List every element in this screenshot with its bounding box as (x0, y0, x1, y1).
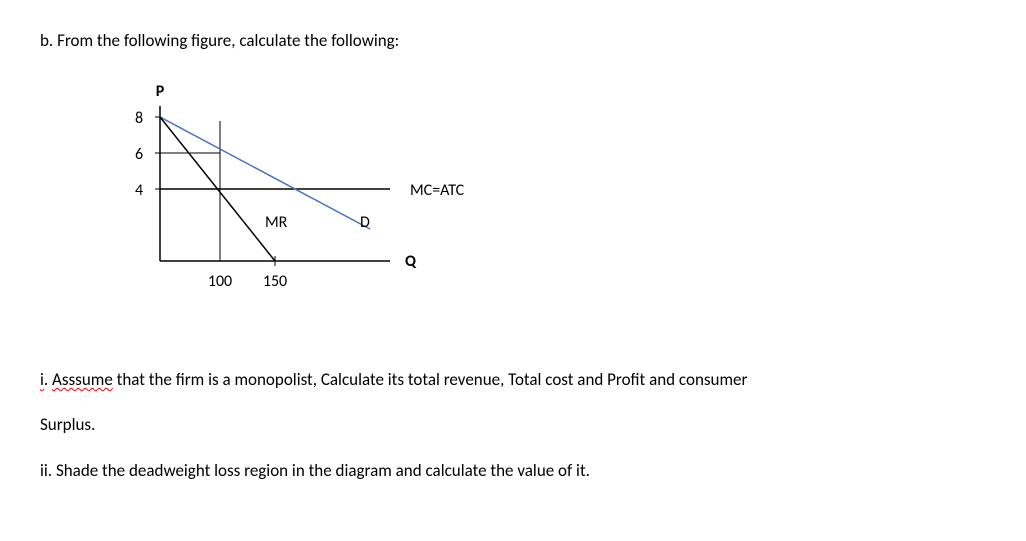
x-tick-label-100: 100 (208, 272, 232, 291)
sub-question-i: i. Asssume that the firm is a monopolist… (40, 361, 986, 398)
x-axis-label: Q (405, 252, 417, 271)
sub-question-ii: ii. Shade the deadweight loss region in … (40, 452, 986, 489)
y-tick-label-8: 8 (135, 109, 143, 128)
y-tick-label-6: 6 (135, 145, 143, 164)
sub-question-i-cont: Surplus. (40, 406, 986, 443)
mc-atc-label: MC=ATC (410, 181, 465, 200)
question-intro: b. From the following figure, calculate … (40, 30, 986, 51)
demand-label: D (360, 213, 370, 232)
x-tick-label-150: 150 (263, 272, 287, 291)
chart-svg: P 8 6 4 100 150 MC=ATC (100, 81, 500, 321)
y-axis-label: P (156, 82, 165, 101)
sub-i-spellword: Asssume (52, 369, 113, 390)
economics-chart: P 8 6 4 100 150 MC=ATC (100, 81, 500, 321)
y-tick-label-4: 4 (135, 181, 143, 200)
mr-label: MR (265, 213, 288, 232)
period: . (44, 369, 52, 390)
sub-i-text-1: that the firm is a monopolist, Calculate… (113, 369, 748, 390)
